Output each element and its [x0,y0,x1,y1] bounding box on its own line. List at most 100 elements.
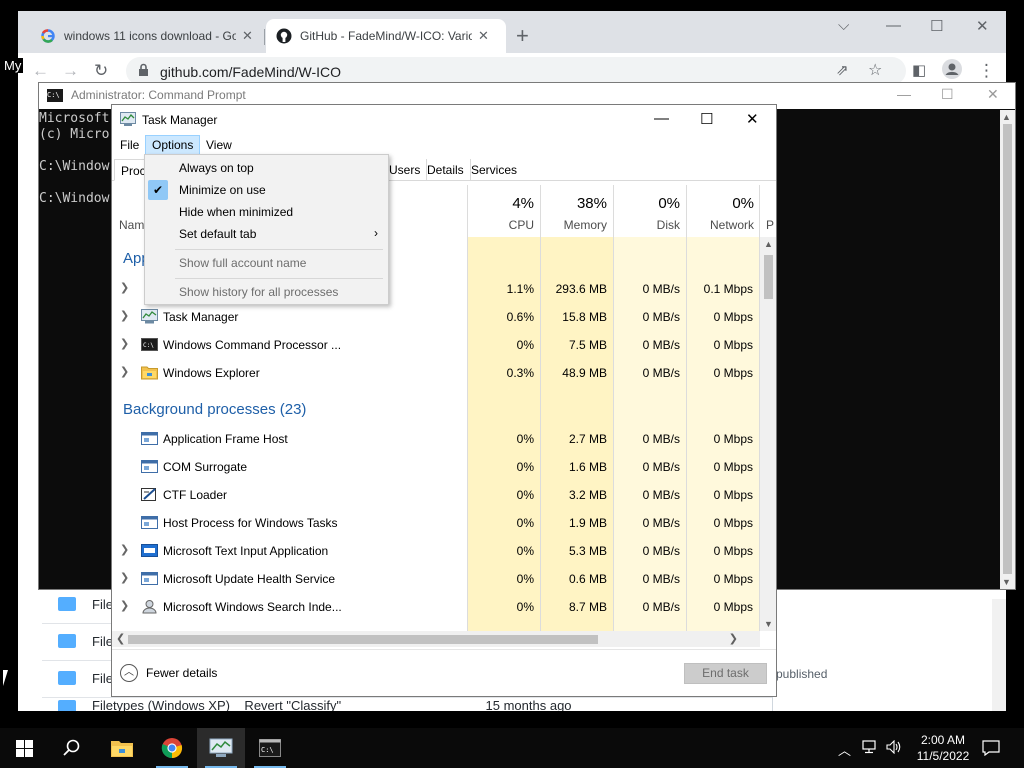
taskbar-task-manager[interactable] [197,728,245,768]
table-row[interactable]: Application Frame Host 0% 2.7 MB 0 MB/s … [112,425,760,453]
volume-icon[interactable] [886,739,902,757]
search-icon [63,739,80,756]
network-icon[interactable] [862,740,878,757]
menu-item-show-history[interactable]: Show history for all processes [145,281,388,303]
chevron-up-icon[interactable]: ︿ [120,664,138,682]
file-name[interactable]: File [92,634,113,649]
scroll-up-icon[interactable]: ▲ [764,239,773,249]
file-name[interactable]: File [92,597,113,612]
taskbar-command-prompt[interactable]: C:\ [246,728,294,768]
table-row[interactable]: ❯ Microsoft Windows Search Inde... 0% 8.… [112,593,760,621]
scroll-right-icon[interactable]: ❯ [729,632,738,645]
menu-item-minimize-on-use[interactable]: ✔ Minimize on use [145,179,388,201]
new-tab-icon[interactable]: + [516,23,529,49]
tab-search-chevron-icon[interactable]: ⌵ [838,17,849,34]
menu-item-set-default-tab[interactable]: Set default tab › [145,223,388,245]
menu-options[interactable]: Options [145,135,201,155]
expand-chevron-icon[interactable]: ❯ [120,543,129,556]
close-icon[interactable]: ✕ [976,17,989,35]
address-bar[interactable]: github.com/FadeMind/W-ICO ⇗ ☆ [126,57,906,85]
network-cell: 0 Mbps [713,572,753,586]
system-clock[interactable]: 2:00 AM 11/5/2022 [912,732,974,764]
scroll-down-icon[interactable]: ▼ [1002,577,1011,587]
disk-cell: 0 MB/s [642,338,680,352]
bookmark-star-icon[interactable]: ☆ [868,60,882,80]
show-hidden-icons-chevron-icon[interactable]: ︿ [838,740,851,759]
cmd-scrollbar[interactable]: ▲ ▼ [1000,110,1015,589]
scroll-thumb[interactable] [128,635,598,644]
file-name[interactable]: File [92,671,113,686]
process-list-hscrollbar[interactable]: ❮ ❯ [112,631,760,647]
profile-avatar-icon[interactable] [942,59,962,84]
name-column-header[interactable]: Nam [119,218,144,232]
expand-chevron-icon[interactable]: ❯ [120,281,129,294]
close-icon[interactable]: ✕ [987,86,999,103]
menu-file[interactable]: File [114,135,145,155]
tm-titlebar[interactable]: Task Manager — ☐ ✕ [112,105,776,135]
process-name: Microsoft Text Input Application [163,544,329,558]
minimize-icon[interactable]: — [654,110,669,127]
reload-icon[interactable]: ↻ [94,61,108,81]
notifications-icon[interactable] [982,740,1000,759]
fewer-details-link[interactable]: Fewer details [146,666,217,680]
network-cell: 0 Mbps [713,600,753,614]
table-row[interactable]: Host Process for Windows Tasks 0% 1.9 MB… [112,509,760,537]
tab-details[interactable]: Details [421,159,471,181]
forward-icon[interactable]: → [62,61,79,81]
menu-item-hide-when-minimized[interactable]: Hide when minimized [145,201,388,223]
tab-services[interactable]: Services [465,159,523,181]
search-button[interactable] [48,728,96,768]
back-icon[interactable]: ← [32,61,49,81]
scroll-thumb[interactable] [764,255,773,299]
memory-cell: 3.2 MB [568,488,607,502]
expand-chevron-icon[interactable]: ❯ [120,309,129,322]
scroll-up-icon[interactable]: ▲ [1002,112,1011,122]
menu-item-always-on-top[interactable]: Always on top [145,157,388,179]
expand-chevron-icon[interactable]: ❯ [120,337,129,350]
share-icon[interactable]: ⇗ [836,61,849,79]
expand-chevron-icon[interactable]: ❯ [120,365,129,378]
scroll-thumb[interactable] [1003,124,1012,574]
maximize-icon[interactable]: ☐ [930,17,943,35]
memory-column-header[interactable]: 38% Memory [540,185,613,237]
side-panel-icon[interactable]: ◧ [912,61,926,79]
bookmarks-bar-fragment[interactable]: My [2,58,24,73]
expand-chevron-icon[interactable]: ❯ [120,599,129,612]
menu-view[interactable]: View [200,135,238,155]
end-task-button[interactable]: End task [684,663,767,684]
process-list-scrollbar[interactable]: ▲ ▼ [760,237,776,631]
network-column-header[interactable]: 0% Network [686,185,760,237]
table-row[interactable]: COM Surrogate 0% 1.6 MB 0 MB/s 0 Mbps [112,453,760,481]
table-row[interactable]: ❯ Task Manager 0.6% 15.8 MB 0 MB/s 0 Mbp… [112,303,760,331]
list-item[interactable]: Filetypes (Windows XP) Revert "Classify"… [42,698,772,711]
scroll-down-icon[interactable]: ▼ [764,619,773,629]
tab-github[interactable]: GitHub - FadeMind/W-ICO: Vario ✕ [266,19,506,53]
table-row[interactable]: ❯ Windows Explorer 0.3% 48.9 MB 0 MB/s 0… [112,359,760,387]
power-column-header[interactable]: P [760,185,776,237]
maximize-icon[interactable]: ☐ [700,110,713,128]
column-name: Memory [563,218,607,232]
maximize-icon[interactable]: ☐ [941,86,954,103]
tab-google-search[interactable]: windows 11 icons download - Goo ✕ [30,19,264,53]
file-name[interactable]: Filetypes (Windows XP) Revert "Classify"… [92,698,572,711]
start-button[interactable] [0,728,48,768]
menu-item-show-full-account-name[interactable]: Show full account name [145,252,388,274]
table-row[interactable]: ❯ C:\ Windows Command Processor ... 0% 7… [112,331,760,359]
close-icon[interactable]: ✕ [746,110,759,128]
kebab-menu-icon[interactable]: ⋮ [978,61,995,81]
scroll-left-icon[interactable]: ❮ [116,632,125,645]
table-row[interactable]: ❯ Microsoft Update Health Service 0% 0.6… [112,565,760,593]
taskbar-chrome[interactable] [148,728,196,768]
page-scrollbar[interactable] [992,599,1006,711]
table-row[interactable]: CTF Loader 0% 3.2 MB 0 MB/s 0 Mbps [112,481,760,509]
table-row[interactable]: ❯ Microsoft Text Input Application 0% 5.… [112,537,760,565]
network-cell: 0.1 Mbps [703,282,753,296]
expand-chevron-icon[interactable]: ❯ [120,571,129,584]
minimize-icon[interactable]: — [897,86,911,102]
cpu-column-header[interactable]: 4% CPU [467,185,540,237]
close-tab-icon[interactable]: ✕ [478,28,489,44]
close-tab-icon[interactable]: ✕ [242,28,253,44]
minimize-icon[interactable]: — [886,17,901,34]
disk-column-header[interactable]: 0% Disk [613,185,686,237]
taskbar-file-explorer[interactable] [98,728,146,768]
